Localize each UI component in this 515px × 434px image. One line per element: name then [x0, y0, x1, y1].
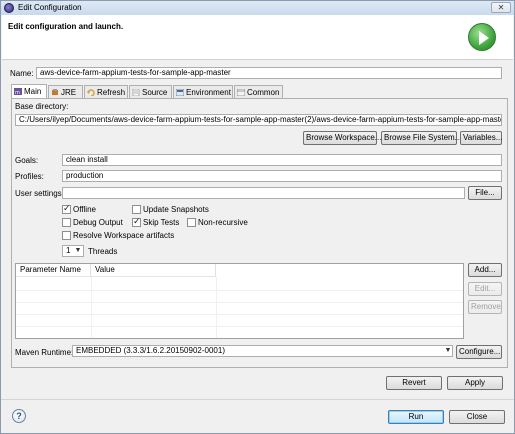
base-directory-field[interactable]: C:/Users/ilyep/Documents/aws-device-farm… [15, 114, 502, 126]
variables-button[interactable]: Variables... [460, 131, 502, 145]
dialog-heading: Edit configuration and launch. [8, 22, 124, 31]
file-button[interactable]: File... [468, 186, 502, 200]
user-settings-label: User settings: [15, 189, 64, 198]
run-icon [468, 23, 496, 51]
tab-main-label: Main [24, 87, 42, 96]
chevron-down-icon: ▼ [444, 347, 452, 354]
common-icon [237, 89, 245, 96]
edit-configuration-window: Edit Configuration ✕ Edit configuration … [0, 0, 515, 434]
parameters-table[interactable]: Parameter Name Value [15, 263, 464, 339]
window-title: Edit Configuration [18, 3, 82, 12]
offline-label: Offline [73, 205, 96, 214]
threads-value: 1 [66, 246, 71, 255]
dialog-header: Edit configuration and launch. [2, 15, 513, 60]
skip-tests-checkbox[interactable] [132, 216, 141, 227]
profiles-label: Profiles: [15, 172, 44, 181]
maven-runtime-value: EMBEDDED (3.3.3/1.6.2.20150902-0001) [76, 346, 225, 355]
profiles-field[interactable]: production [62, 170, 502, 182]
jre-icon [52, 89, 58, 95]
skip-tests-label: Skip Tests [143, 218, 180, 227]
run-button[interactable]: Run [388, 410, 444, 424]
source-icon [132, 89, 140, 96]
goals-field[interactable]: clean install [62, 154, 502, 166]
update-snapshots-checkbox[interactable] [132, 205, 141, 214]
refresh-icon [87, 89, 95, 96]
title-bar: Edit Configuration ✕ [1, 1, 514, 15]
tab-refresh[interactable]: Refresh [84, 85, 128, 99]
browse-workspace-button[interactable]: Browse Workspace... [303, 131, 381, 145]
user-settings-field[interactable] [62, 187, 465, 199]
column-header-value[interactable]: Value [91, 264, 216, 277]
tab-main[interactable]: m Main [11, 84, 47, 99]
non-recursive-checkbox[interactable] [187, 218, 196, 227]
tab-jre-label: JRE [61, 88, 77, 97]
browse-file-system-button[interactable]: Browse File System... [381, 131, 461, 145]
tab-common[interactable]: Common [234, 85, 283, 99]
non-recursive-label: Non-recursive [198, 218, 248, 227]
update-snapshots-label: Update Snapshots [143, 205, 209, 214]
eclipse-icon [4, 3, 14, 13]
revert-button[interactable]: Revert [386, 376, 442, 390]
name-field[interactable]: aws-device-farm-appium-tests-for-sample-… [36, 67, 502, 79]
maven-runtime-combo[interactable]: EMBEDDED (3.3.3/1.6.2.20150902-0001) [72, 345, 453, 357]
name-label: Name: [10, 69, 34, 78]
edit-parameter-button[interactable]: Edit... [468, 282, 502, 296]
resolve-workspace-label: Resolve Workspace artifacts [73, 231, 175, 240]
add-parameter-button[interactable]: Add... [468, 263, 502, 277]
svg-text:m: m [15, 90, 20, 95]
remove-parameter-button[interactable]: Remove [468, 300, 502, 314]
resolve-workspace-checkbox[interactable] [62, 231, 71, 240]
maven-runtime-label: Maven Runtime: [15, 348, 74, 357]
tab-environment-label: Environment [186, 88, 231, 97]
column-header-parameter-name[interactable]: Parameter Name [16, 264, 91, 277]
help-icon[interactable]: ? [12, 409, 26, 423]
m2-icon: m [14, 88, 22, 95]
apply-button[interactable]: Apply [447, 376, 503, 390]
footer-separator [1, 399, 514, 400]
debug-output-label: Debug Output [73, 218, 123, 227]
window-close-button[interactable]: ✕ [491, 2, 511, 13]
tab-refresh-label: Refresh [97, 88, 126, 97]
tab-bar: m Main JRE Refresh Source Environment Co… [11, 84, 501, 99]
tab-source-label: Source [142, 88, 168, 97]
offline-checkbox[interactable] [62, 203, 71, 214]
close-button[interactable]: Close [449, 410, 505, 424]
configure-button[interactable]: Configure... [456, 345, 502, 359]
tab-source[interactable]: Source [129, 85, 172, 99]
goals-label: Goals: [15, 156, 39, 165]
threads-label: Threads [88, 247, 118, 256]
base-directory-label: Base directory: [15, 102, 69, 111]
tab-common-label: Common [247, 88, 280, 97]
debug-output-checkbox[interactable] [62, 218, 71, 227]
environment-icon [176, 89, 184, 96]
tab-environment[interactable]: Environment [173, 85, 233, 99]
tab-jre[interactable]: JRE [48, 85, 83, 99]
chevron-down-icon: ▼ [74, 247, 82, 254]
